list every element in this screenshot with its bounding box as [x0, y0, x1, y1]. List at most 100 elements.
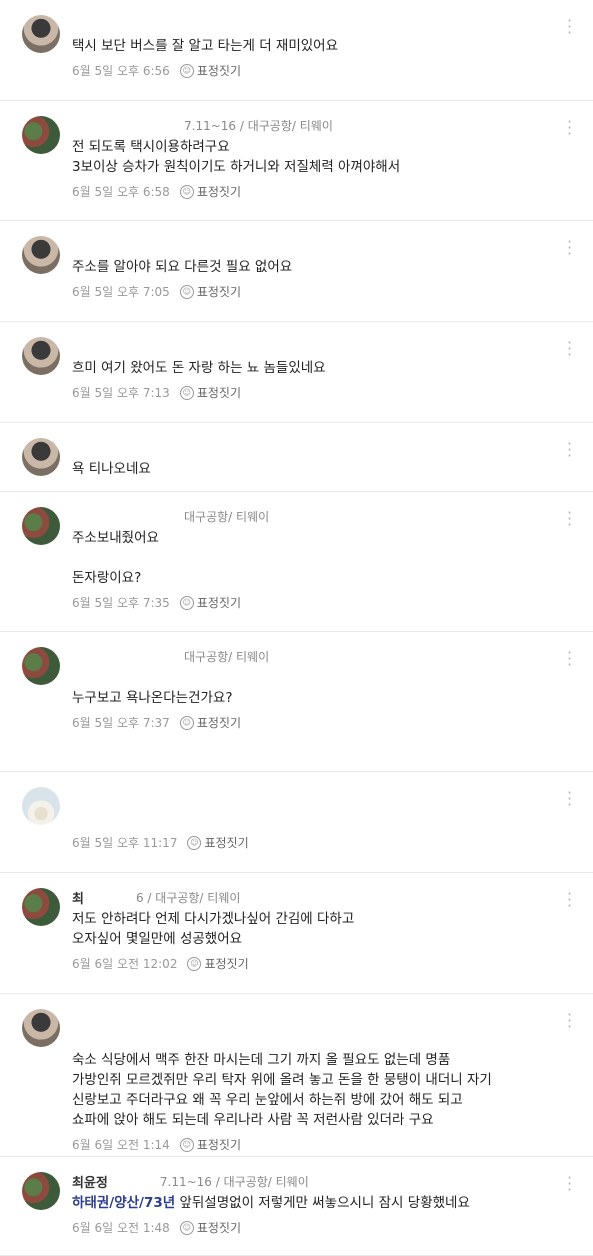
- comment-item: · · · 대구공항/ 티웨이 누구보고 욕나온다는건가요? 6월 5일 오후 7:37 ☺…: [0, 632, 593, 772]
- more-options-icon[interactable]: · · ·: [567, 505, 572, 533]
- more-options-icon[interactable]: · · ·: [567, 785, 572, 813]
- timestamp: 6월 6일 오전 1:48: [72, 1221, 170, 1235]
- more-options-icon[interactable]: · · ·: [567, 234, 572, 262]
- comment-header: [72, 336, 553, 356]
- comment-meta: 6월 5일 오후 7:35 ☺ 표정짓기: [72, 594, 553, 611]
- react-label: 표정짓기: [196, 386, 241, 400]
- react-button[interactable]: ☺ 표정짓기: [179, 594, 241, 611]
- avatar[interactable]: [22, 507, 60, 545]
- comment-item: · · · 7.11~16 / 대구공항/ 티웨이전 되도록 택시이용하려구요 3보이상…: [0, 101, 593, 221]
- react-button[interactable]: ☺ 표정짓기: [179, 1219, 241, 1236]
- smile-icon: ☺: [179, 184, 194, 199]
- redacted-area: [78, 1009, 178, 1027]
- author-info: 대구공항/ 티웨이: [184, 509, 270, 524]
- more-options-icon[interactable]: · · ·: [567, 1170, 572, 1198]
- author-name[interactable]: 최윤정: [72, 1172, 108, 1191]
- avatar[interactable]: [22, 236, 60, 274]
- more-options-icon[interactable]: · · ·: [567, 13, 572, 41]
- comment-header: [72, 786, 553, 806]
- timestamp: 6월 5일 오후 6:56: [72, 64, 170, 78]
- timestamp: 6월 5일 오후 6:58: [72, 185, 170, 199]
- comment-header: [72, 235, 553, 255]
- avatar[interactable]: [22, 888, 60, 926]
- more-options-icon[interactable]: · · ·: [567, 436, 572, 464]
- avatar[interactable]: [22, 1009, 60, 1047]
- avatar[interactable]: [22, 15, 60, 53]
- mention-tag[interactable]: 하태권/양산/73년: [72, 1195, 175, 1211]
- react-button[interactable]: ☺ 표정짓기: [179, 283, 241, 300]
- more-options-icon[interactable]: · · ·: [567, 114, 572, 142]
- comment-meta: 6월 5일 오후 7:37 ☺ 표정짓기: [72, 714, 553, 731]
- smile-icon: ☺: [179, 1220, 194, 1235]
- comment-line: 저도 안하려다 언제 다시가겠나싶어 간김에 다하고: [72, 911, 355, 927]
- react-button[interactable]: ☺ 표정짓기: [179, 1136, 241, 1153]
- author-name[interactable]: 최: [72, 888, 84, 907]
- redacted-area: [113, 1172, 154, 1190]
- avatar[interactable]: [22, 787, 60, 825]
- comment-body: 흐미 여기 왔어도 돈 자랑 하는 뇨 놈들있네요: [72, 358, 553, 378]
- timestamp: 6월 5일 오후 7:37: [72, 716, 170, 730]
- smile-icon: ☺: [179, 595, 194, 610]
- comment-line: 흐미 여기 왔어도 돈 자랑 하는 뇨 놈들있네요: [72, 360, 326, 376]
- comment-line: 전 되도록 택시이용하려구요: [72, 139, 230, 155]
- comment-body: [72, 808, 553, 828]
- smile-icon: ☺: [187, 956, 202, 971]
- react-button[interactable]: ☺ 표정짓기: [187, 834, 249, 851]
- comment-line: 앞뒤설명없이 저렇게만 써놓으시니 잠시 당황했네요: [179, 1195, 470, 1211]
- avatar[interactable]: [22, 1172, 60, 1210]
- comment-header: [72, 437, 553, 457]
- timestamp: 6월 5일 오후 7:05: [72, 285, 170, 299]
- comment-meta: 6월 6일 오전 1:48 ☺ 표정짓기: [72, 1219, 553, 1236]
- comment-header: 최윤정 7.11~16 / 대구공항/ 티웨이: [72, 1171, 553, 1191]
- comment-meta: 6월 6일 오전 12:02 ☺ 표정짓기: [72, 955, 553, 972]
- comment-body: 누구보고 욕나온다는건가요?: [72, 668, 553, 708]
- comment-body: 전 되도록 택시이용하려구요 3보이상 승차가 원칙이기도 하거니와 저질체력 아…: [72, 137, 553, 177]
- comment-line: 쇼파에 앉아 해도 되는데 우리나라 사람 꼭 저런사람 있더라 구요: [72, 1112, 434, 1128]
- comment-line: 가방인쥐 모르겠쥐만 우리 탁자 위에 올려 놓고 돈을 한 뭉탱이 내더니 자…: [72, 1072, 492, 1088]
- react-label: 표정짓기: [196, 64, 241, 78]
- react-label: 표정짓기: [196, 716, 241, 730]
- avatar[interactable]: [22, 116, 60, 154]
- comment-header: 최 6 / 대구공항/ 티웨이: [72, 887, 553, 907]
- react-button[interactable]: ☺ 표정짓기: [179, 62, 241, 79]
- comment-item: · · · 6월 5일 오후 11:17 ☺ 표정짓기: [0, 772, 593, 873]
- smile-icon: ☺: [179, 385, 194, 400]
- comment-body: 저도 안하려다 언제 다시가겠나싶어 간김에 다하고오자싶어 몇일만에 성공했어…: [72, 909, 553, 949]
- smile-icon: ☺: [179, 63, 194, 78]
- comment-line: [72, 548, 553, 568]
- react-button[interactable]: ☺ 표정짓기: [179, 183, 241, 200]
- react-button[interactable]: ☺ 표정짓기: [179, 714, 241, 731]
- more-options-icon[interactable]: · · ·: [567, 335, 572, 363]
- comment-item: · · · 최윤정 7.11~16 / 대구공항/ 티웨이하태권/양산/73년 앞뒤설명…: [0, 1157, 593, 1256]
- redacted-area: [78, 507, 178, 525]
- timestamp: 6월 6일 오전 12:02: [72, 957, 178, 971]
- react-label: 표정짓기: [196, 185, 241, 199]
- avatar[interactable]: [22, 337, 60, 375]
- more-options-icon[interactable]: · · ·: [567, 886, 572, 914]
- redacted-area: [78, 236, 178, 254]
- react-label: 표정짓기: [196, 285, 241, 299]
- comment-header: [72, 14, 553, 34]
- react-button[interactable]: ☺ 표정짓기: [187, 955, 249, 972]
- comment-line: [72, 1030, 553, 1050]
- redacted-area: [78, 15, 178, 33]
- redacted-area: [78, 116, 178, 134]
- comment-header: [72, 1008, 553, 1028]
- timestamp: 6월 5일 오후 11:17: [72, 836, 178, 850]
- more-options-icon[interactable]: · · ·: [567, 1007, 572, 1035]
- comment-line: 택시 보단 버스를 잘 알고 타는게 더 재미있어요: [72, 38, 339, 54]
- comment-meta: 6월 5일 오후 7:05 ☺ 표정짓기: [72, 283, 553, 300]
- comment-item: · · · 주소를 알아야 되요 다른것 필요 없어요 6월 5일 오후 7:05 ☺ 표정…: [0, 221, 593, 322]
- react-button[interactable]: ☺ 표정짓기: [179, 384, 241, 401]
- author-info: 7.11~16 / 대구공항/ 티웨이: [184, 118, 333, 133]
- comment-meta: 6월 5일 오후 6:58 ☺ 표정짓기: [72, 183, 553, 200]
- react-label: 표정짓기: [196, 1138, 241, 1152]
- avatar[interactable]: [22, 647, 60, 685]
- more-options-icon[interactable]: · · ·: [567, 645, 572, 673]
- comment-line: 오자싶어 몇일만에 성공했어요: [72, 931, 243, 947]
- comment-line: 누구보고 욕나온다는건가요?: [72, 690, 233, 706]
- react-label: 표정짓기: [204, 836, 249, 850]
- comment-item: · · · 흐미 여기 왔어도 돈 자랑 하는 뇨 놈들있네요 6월 5일 오후 7:1…: [0, 322, 593, 423]
- avatar[interactable]: [22, 438, 60, 476]
- redacted-area: [78, 337, 178, 355]
